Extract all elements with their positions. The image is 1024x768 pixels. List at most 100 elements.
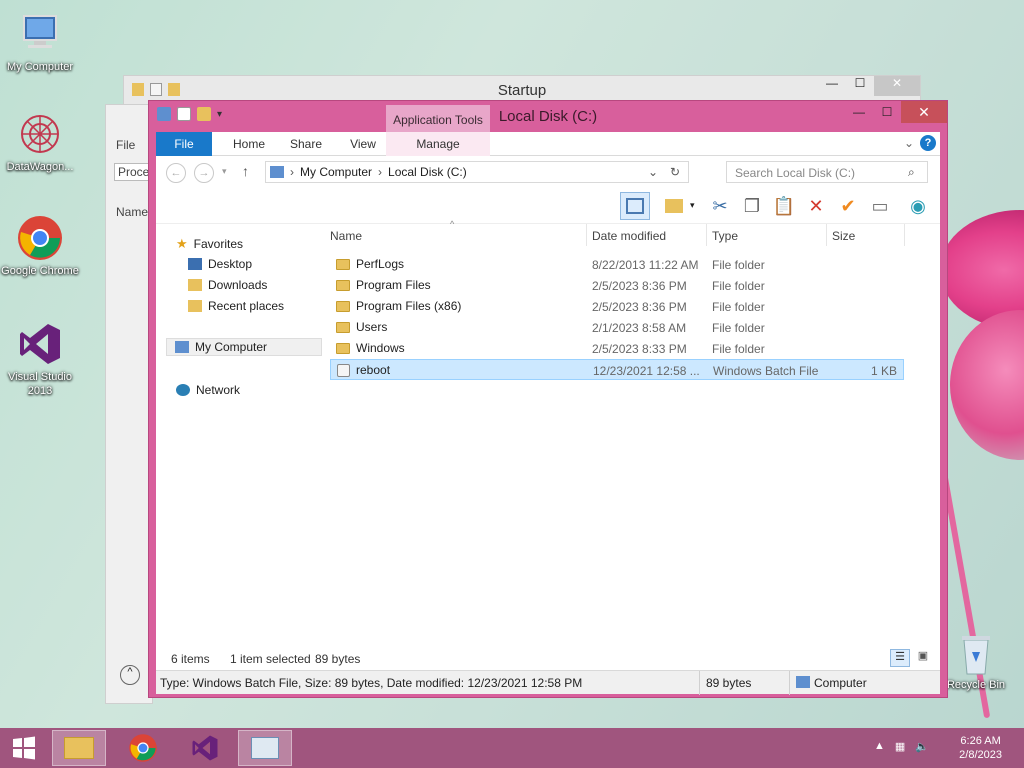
file-row[interactable]: PerfLogs 8/22/2013 11:22 AM File folder [330,254,904,275]
new-folder-icon[interactable] [662,194,686,218]
column-header-name[interactable]: Name [330,229,362,243]
desktop-icon [188,258,202,270]
folder-icon [336,279,350,291]
desktop-icon-recycle-bin[interactable]: Recycle Bin [936,632,1016,692]
paste-icon[interactable]: 📋 [772,194,796,218]
chevron-up-icon[interactable]: ^ [120,665,140,685]
nav-desktop[interactable]: Desktop [188,257,252,271]
close-button[interactable]: ✕ [874,76,920,96]
taskbar-task-manager[interactable] [238,730,292,766]
up-button[interactable]: ↑ [242,163,249,179]
startup-window-title: Startup [497,82,547,99]
windows-logo-icon [13,736,35,760]
checkmark-icon[interactable]: ✔ [836,194,860,218]
details-view-icon[interactable]: ☰ [890,649,910,667]
folder-icon [336,258,350,270]
ribbon-tabs: File Home Share View Manage ⌄ ? [156,132,940,156]
file-date: 2/5/2023 8:33 PM [592,342,687,356]
delete-icon[interactable]: ✕ [804,194,828,218]
column-header-type[interactable]: Type [712,229,738,243]
nav-favorites[interactable]: ★ Favorites [176,236,243,252]
explorer-window[interactable]: ▾ Application Tools Local Disk (C:) — ☐ … [148,100,948,698]
desktop-icon-visual-studio[interactable]: Visual Studio 2013 [0,320,80,398]
nav-desktop-label: Desktop [208,257,253,271]
desktop-icon-chrome[interactable]: Google Chrome [0,214,80,278]
file-row[interactable]: Program Files 2/5/2023 8:36 PM File fold… [330,275,904,296]
desktop-icon-my-computer[interactable]: My Computer [0,10,80,74]
nav-downloads[interactable]: Downloads [188,278,267,292]
file-name: reboot [356,363,391,377]
maximize-button[interactable]: ☐ [846,76,874,96]
back-button[interactable]: ← [166,163,186,183]
system-tray: ▲ ▦ 🔈 [874,740,929,753]
taskbar-visual-studio[interactable] [178,730,232,766]
chevron-down-icon[interactable]: ▾ [690,200,695,211]
volume-icon[interactable]: 🔈 [915,740,929,753]
file-date: 2/5/2023 8:36 PM [592,279,687,293]
recent-places-icon [188,300,202,312]
nav-my-computer[interactable]: My Computer [166,338,322,356]
file-row-selected[interactable]: reboot 12/23/2021 12:58 ... Windows Batc… [330,359,904,380]
explorer-titlebar[interactable]: ▾ Application Tools Local Disk (C:) — ☐ … [149,101,947,132]
copy-icon[interactable]: ❐ [740,194,764,218]
folder-icon [336,342,350,354]
status-bar: 6 items 1 item selected 89 bytes ☰ ▣ [156,646,940,670]
preview-pane-icon[interactable] [620,192,650,220]
taskbar-chrome[interactable] [116,730,170,766]
background-window[interactable]: File Proce Name ^ [105,104,154,704]
file-date: 8/22/2013 11:22 AM [592,258,699,272]
desktop-icon-datawagon[interactable]: DataWagon... [0,110,80,174]
forward-button[interactable]: → [194,163,214,183]
file-row[interactable]: Users 2/1/2023 8:58 AM File folder [330,317,904,338]
start-button[interactable] [0,730,48,766]
search-icon[interactable]: ⌕ [908,165,915,180]
address-field[interactable]: › My Computer › Local Disk (C:) ⌄ ↻ [265,161,689,183]
nav-network-label: Network [196,383,241,397]
task-manager-icon [251,737,279,759]
navigation-pane: ★ Favorites Desktop Downloads Recent pla… [156,224,324,668]
computer-icon [175,341,189,353]
tab-view[interactable]: View [338,132,388,156]
taskbar: ▲ ▦ 🔈 6:26 AM 2/8/2023 [0,728,1024,768]
refresh-icon[interactable]: ↻ [670,165,680,179]
rename-icon[interactable]: ▭ [868,194,892,218]
nav-recent-places[interactable]: Recent places [188,299,284,313]
breadcrumb-local-disk[interactable]: Local Disk (C:) [388,165,467,179]
taskbar-file-explorer[interactable] [52,730,106,766]
tab-home[interactable]: Home [224,132,274,156]
large-icons-view-icon[interactable]: ▣ [914,649,932,667]
column-header-date[interactable]: Date modified [592,229,666,243]
address-dropdown-icon[interactable]: ⌄ [648,165,658,179]
file-name: Program Files [356,278,431,292]
file-tab[interactable]: File [116,138,135,152]
recent-locations-icon[interactable]: ▾ [222,166,227,177]
nav-network[interactable]: Network [176,383,240,397]
item-count: 6 items [171,652,210,666]
name-column-header[interactable]: Name [116,205,148,219]
clock[interactable]: 6:26 AM 2/8/2023 [959,734,1002,762]
tab-manage[interactable]: Manage [386,132,490,156]
minimize-button[interactable]: — [818,76,846,96]
computer-icon [796,676,810,688]
search-input[interactable]: Search Local Disk (C:) [726,161,928,183]
breadcrumb-my-computer[interactable]: My Computer [300,165,372,179]
shell-icon[interactable]: ◉ [906,194,930,218]
expand-ribbon-icon[interactable]: ⌄ [904,136,914,150]
network-icon [176,384,190,396]
help-icon[interactable]: ? [920,135,936,151]
tab-file[interactable]: File [156,132,212,156]
network-icon[interactable]: ▦ [895,740,905,753]
show-hidden-icons-icon[interactable]: ▲ [874,740,885,753]
file-row[interactable]: Program Files (x86) 2/5/2023 8:36 PM Fil… [330,296,904,317]
cut-icon[interactable]: ✂ [708,194,732,218]
tab-share[interactable]: Share [278,132,334,156]
visual-studio-icon [192,735,218,761]
close-button[interactable]: ✕ [901,101,947,123]
minimize-button[interactable]: — [845,101,873,123]
file-list: ^ Name Date modified Type Size PerfLogs … [328,219,940,668]
maximize-button[interactable]: ☐ [873,101,901,123]
column-header-size[interactable]: Size [832,229,855,243]
main-content: ★ Favorites Desktop Downloads Recent pla… [156,219,940,668]
file-row[interactable]: Windows 2/5/2023 8:33 PM File folder [330,338,904,359]
folder-icon [336,321,350,333]
